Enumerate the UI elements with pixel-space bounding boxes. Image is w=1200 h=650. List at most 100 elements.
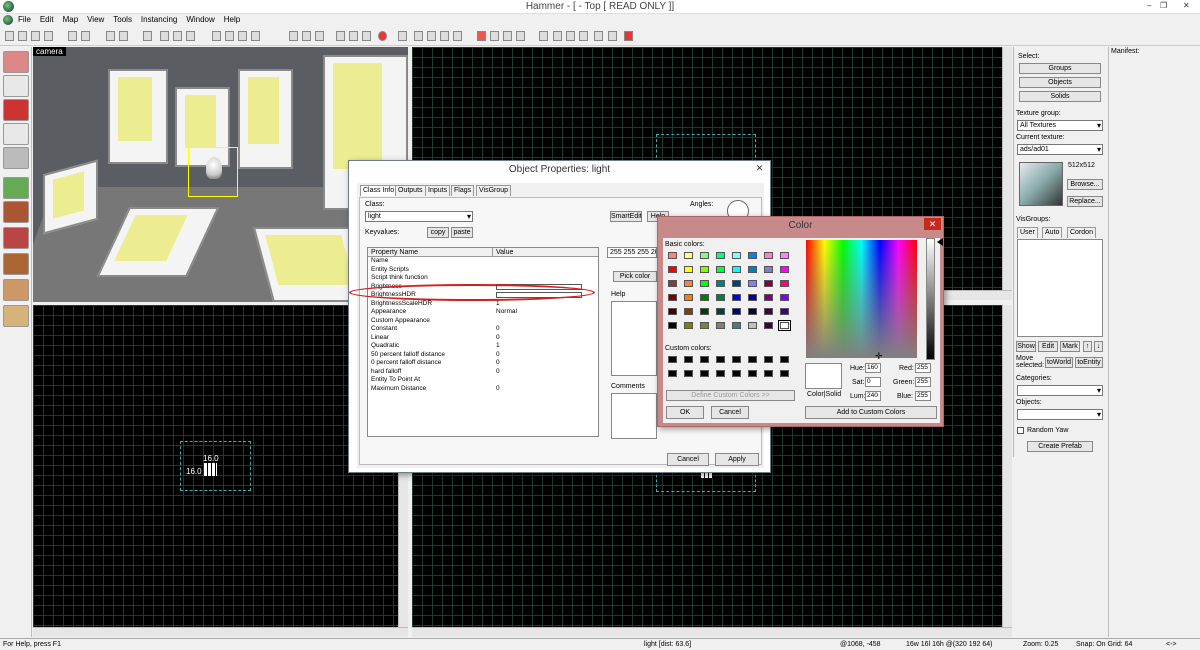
move-to-world-icon[interactable] [186,31,195,41]
grid-toggle-icon[interactable] [5,31,14,41]
visgroup-tab-auto[interactable]: Auto [1042,227,1063,238]
custom-color-swatch[interactable] [684,356,693,363]
custom-color-swatch[interactable] [716,370,725,377]
basic-color-swatch[interactable] [716,252,725,259]
apply-texture-tool[interactable] [3,201,29,223]
col-value[interactable]: Value [496,249,513,256]
move-up-button[interactable]: ↑ [1083,341,1092,352]
basic-color-swatch[interactable] [732,322,741,329]
basic-color-swatch[interactable] [778,320,791,331]
minimize-button[interactable]: – [1147,1,1151,10]
table-row[interactable]: Linear 0 [368,334,598,343]
basic-color-swatch[interactable] [748,280,757,287]
custom-color-swatch[interactable] [732,356,741,363]
basic-color-swatch[interactable] [684,322,693,329]
decal-icon[interactable] [579,31,588,41]
basic-color-swatch[interactable] [700,294,709,301]
custom-color-swatch[interactable] [716,356,725,363]
basic-color-swatch[interactable] [780,294,789,301]
color-cancel-button[interactable]: Cancel [711,406,749,419]
menu-view[interactable]: View [87,15,104,24]
basic-color-swatch[interactable] [716,308,725,315]
table-row[interactable]: Quadratic 1 [368,342,598,351]
cut-icon[interactable] [289,31,298,41]
instance-icon[interactable] [453,31,462,41]
tab-inputs[interactable]: Inputs [425,185,451,196]
basic-color-swatch[interactable] [764,280,773,287]
basic-color-swatch[interactable] [700,308,709,315]
copy-button[interactable]: copy [427,227,449,238]
table-row[interactable]: Name [368,257,598,266]
basic-color-swatch[interactable] [668,322,677,329]
basic-color-swatch[interactable] [748,294,757,301]
hide-icon[interactable] [212,31,221,41]
objects-button[interactable]: Objects [1019,77,1101,88]
basic-color-swatch[interactable] [748,252,757,259]
lighting-icon[interactable] [378,31,387,41]
sprite-icon[interactable] [624,31,633,41]
entity-tool[interactable] [3,123,29,145]
hollow-icon[interactable] [81,31,90,41]
front-viewport-hscroll[interactable] [412,627,1012,637]
table-row[interactable]: hard falloff 0 [368,368,598,377]
selection-tool[interactable] [3,51,29,73]
red-input[interactable]: 255 [915,363,931,373]
table-row[interactable]: 50 percent falloff distance 0 [368,351,598,360]
custom-color-swatch[interactable] [700,356,709,363]
basic-color-swatch[interactable] [780,280,789,287]
keyvalues-table[interactable]: Property Name Value Name Entity Scripts Sc… [367,247,599,437]
col-property-name[interactable]: Property Name [371,249,418,256]
replace-button[interactable]: Replace... [1067,196,1103,207]
tools-icon[interactable] [539,31,548,41]
basic-color-swatch[interactable] [684,308,693,315]
menu-file[interactable]: File [18,15,31,24]
mark-button[interactable]: Mark [1060,341,1080,352]
ungroup-icon[interactable] [160,31,169,41]
basic-color-swatch[interactable] [764,294,773,301]
basic-color-swatch[interactable] [668,280,677,287]
tab-visgroup[interactable]: VisGroup [476,185,512,196]
undo-icon[interactable] [106,31,115,41]
basic-color-swatch[interactable] [780,308,789,315]
add-custom-colors-button[interactable]: Add to Custom Colors [805,406,937,419]
visgroup-list[interactable] [1017,239,1103,337]
objects-select[interactable] [1017,409,1103,420]
browse-button[interactable]: Browse... [1067,179,1103,190]
blue-input[interactable]: 255 [915,391,931,401]
to-world-button[interactable]: toWorld [1045,357,1073,368]
custom-color-swatch[interactable] [780,356,789,363]
group-icon[interactable] [143,31,152,41]
tab-outputs[interactable]: Outputs [395,185,426,196]
nodraw-icon[interactable] [608,31,617,41]
visgroup-icon[interactable] [251,31,260,41]
custom-color-swatch[interactable] [764,356,773,363]
custom-color-swatch[interactable] [668,356,677,363]
basic-color-swatch[interactable] [700,266,709,273]
basic-color-swatch[interactable] [668,266,677,273]
custom-color-swatch[interactable] [748,356,757,363]
apply-button[interactable]: Apply [715,453,759,466]
visgroup-tab-user[interactable]: User [1017,227,1038,238]
front-viewport-vscroll[interactable] [1002,305,1012,627]
pick-color-button[interactable]: Pick color [613,271,657,282]
green-input[interactable]: 255 [915,377,931,387]
basic-color-swatch[interactable] [764,252,773,259]
menu-window[interactable]: Window [186,15,214,24]
texture-lock-icon[interactable] [414,31,423,41]
table-row[interactable]: 0 percent falloff distance 0 [368,359,598,368]
table-row[interactable]: Entity To Point At [368,376,598,385]
cubemap-icon[interactable] [594,31,603,41]
top-viewport-vscroll[interactable] [1002,47,1012,290]
basic-color-swatch[interactable] [684,294,693,301]
custom-color-swatch[interactable] [700,370,709,377]
vertex-tool[interactable] [3,279,29,301]
basic-color-swatch[interactable] [780,252,789,259]
texture-group-select[interactable]: All Textures [1017,120,1103,131]
copy-icon[interactable] [302,31,311,41]
hide-unselected-icon[interactable] [238,31,247,41]
apply-decal-tool[interactable] [3,227,29,249]
grid-smaller-icon[interactable] [18,31,27,41]
basic-color-swatch[interactable] [764,266,773,273]
basic-color-swatch[interactable] [684,266,693,273]
basic-color-swatch[interactable] [732,294,741,301]
